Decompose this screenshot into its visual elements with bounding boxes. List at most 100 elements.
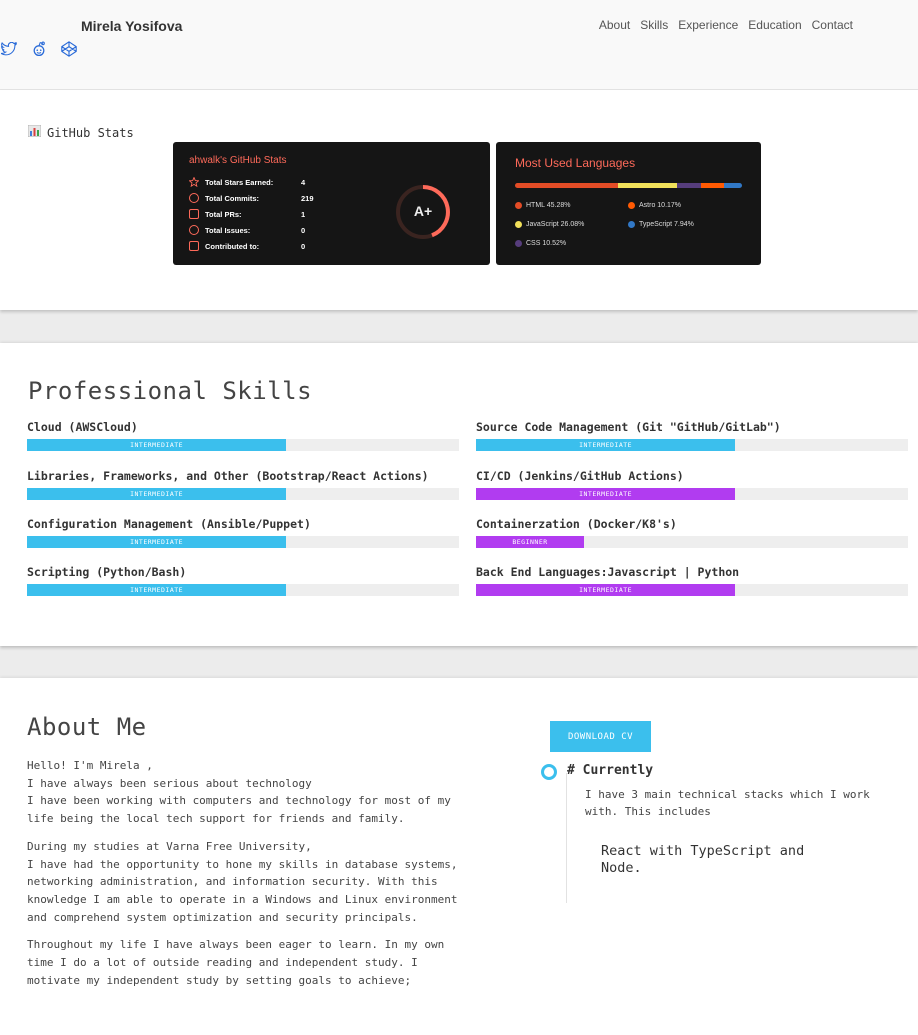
skill-bar-fill: BEGINNER bbox=[476, 536, 584, 548]
lang-item-typescript: TypeScript 7.94% bbox=[628, 221, 694, 228]
skill-bar-fill: INTERMEDIATE bbox=[476, 488, 736, 500]
timeline-line bbox=[566, 773, 567, 903]
skill-item: CI/CD (Jenkins/GitHub Actions) INTERMEDI… bbox=[476, 469, 908, 500]
skill-bar-track: INTERMEDIATE bbox=[27, 439, 459, 451]
stat-label: Contributed to: bbox=[205, 241, 260, 251]
lang-label: TypeScript 7.94% bbox=[639, 221, 694, 228]
currently-quote: React with TypeScript and Node. bbox=[601, 843, 805, 876]
stat-row-issues: Total Issues: 0 bbox=[189, 225, 305, 235]
clock-icon bbox=[189, 193, 199, 203]
timeline-dot bbox=[541, 764, 557, 780]
brand-name[interactable]: Mirela Yosifova bbox=[81, 18, 182, 34]
stats-card-title: ahwalk's GitHub Stats bbox=[189, 155, 287, 166]
stat-row-commits: Total Commits: 219 bbox=[189, 193, 314, 203]
languages-card: Most Used Languages HTML 45.28% Astro 10… bbox=[496, 142, 761, 265]
skill-bar-fill: INTERMEDIATE bbox=[27, 584, 287, 596]
skill-bar-track: INTERMEDIATE bbox=[27, 584, 459, 596]
skill-item: Libraries, Frameworks, and Other (Bootst… bbox=[27, 469, 459, 500]
skill-item: Containerzation (Docker/K8's) BEGINNER bbox=[476, 517, 908, 548]
languages-bar bbox=[515, 183, 742, 188]
lang-dot bbox=[515, 221, 522, 228]
skill-bar-fill: INTERMEDIATE bbox=[476, 439, 736, 451]
skill-bar-fill: INTERMEDIATE bbox=[27, 536, 287, 548]
star-icon bbox=[188, 176, 200, 188]
nav-skills[interactable]: Skills bbox=[640, 18, 668, 32]
about-paragraph: During my studies at Varna Free Universi… bbox=[27, 839, 458, 924]
stat-value: 4 bbox=[301, 177, 306, 187]
stat-row-prs: Total PRs: 1 bbox=[189, 209, 305, 219]
currently-text: I have 3 main technical stacks which I w… bbox=[585, 788, 870, 818]
github-stats-section: GitHub Stats ahwalk's GitHub Stats Total… bbox=[0, 90, 918, 310]
download-cv-button[interactable]: DOWNLOAD CV bbox=[550, 721, 651, 752]
lang-item-css: CSS 10.52% bbox=[515, 240, 566, 247]
stat-value: 0 bbox=[301, 241, 306, 251]
about-paragraph: Hello! I'm Mirela , I have always been s… bbox=[27, 759, 451, 826]
language-bar-segment bbox=[617, 183, 677, 188]
codepen-icon[interactable] bbox=[60, 40, 78, 58]
nav-contact[interactable]: Contact bbox=[812, 18, 853, 32]
site-header: Mirela Yosifova About Skills Experience … bbox=[0, 0, 918, 90]
skill-bar-track: INTERMEDIATE bbox=[27, 488, 459, 500]
nav-about[interactable]: About bbox=[599, 18, 630, 32]
skill-name: Libraries, Frameworks, and Other (Bootst… bbox=[27, 469, 429, 483]
skill-name: Containerzation (Docker/K8's) bbox=[476, 517, 677, 531]
grade-text: A+ bbox=[413, 203, 433, 219]
skill-item: Configuration Management (Ansible/Puppet… bbox=[27, 517, 459, 548]
skill-bar-track: INTERMEDIATE bbox=[476, 439, 908, 451]
skill-bar-fill: INTERMEDIATE bbox=[27, 488, 287, 500]
pull-request-icon bbox=[189, 209, 199, 219]
skill-item: Scripting (Python/Bash) INTERMEDIATE bbox=[27, 565, 459, 596]
lang-label: JavaScript 26.08% bbox=[526, 221, 585, 228]
twitter-icon[interactable] bbox=[0, 40, 18, 58]
stat-row-stars: Total Stars Earned: 4 bbox=[188, 176, 306, 188]
currently-heading: # Currently bbox=[567, 763, 654, 778]
skill-name: Source Code Management (Git "GitHub/GitL… bbox=[476, 420, 781, 434]
language-bar-segment bbox=[676, 183, 701, 188]
about-section: About Me Hello! I'm Mirela , I have alwa… bbox=[0, 678, 918, 1035]
stat-label: Total Stars Earned: bbox=[205, 177, 274, 187]
nav-education[interactable]: Education bbox=[748, 18, 801, 32]
lang-item-javascript: JavaScript 26.08% bbox=[515, 221, 584, 228]
stat-label: Total PRs: bbox=[205, 209, 242, 219]
skills-section: Professional Skills Cloud (AWSCloud) INT… bbox=[0, 343, 918, 646]
stat-label: Total Commits: bbox=[205, 193, 260, 203]
about-title: About Me bbox=[27, 713, 147, 741]
skill-bar-track: BEGINNER bbox=[476, 536, 908, 548]
skill-item: Back End Languages:Javascript | Python I… bbox=[476, 565, 908, 596]
lang-dot bbox=[515, 240, 522, 247]
github-stats-card: ahwalk's GitHub Stats Total Stars Earned… bbox=[173, 142, 490, 265]
reddit-icon[interactable] bbox=[30, 40, 48, 58]
language-bar-segment bbox=[723, 183, 742, 188]
language-bar-segment bbox=[700, 183, 724, 188]
skill-name: Configuration Management (Ansible/Puppet… bbox=[27, 517, 311, 531]
skill-item: Cloud (AWSCloud) INTERMEDIATE bbox=[27, 420, 459, 451]
skill-name: Scripting (Python/Bash) bbox=[27, 565, 187, 579]
stat-value: 0 bbox=[301, 225, 306, 235]
skill-bar-track: INTERMEDIATE bbox=[27, 536, 459, 548]
lang-label: HTML 45.28% bbox=[526, 202, 571, 209]
skill-name: Cloud (AWSCloud) bbox=[27, 420, 138, 434]
stat-label: Total Issues: bbox=[205, 225, 251, 235]
lang-label: Astro 10.17% bbox=[639, 202, 682, 209]
github-stats-label: GitHub Stats bbox=[47, 125, 134, 140]
language-bar-segment bbox=[515, 183, 618, 188]
repo-icon bbox=[189, 241, 199, 251]
stat-value: 1 bbox=[301, 209, 306, 219]
skill-bar-track: INTERMEDIATE bbox=[476, 488, 908, 500]
issue-icon bbox=[189, 225, 199, 235]
lang-item-html: HTML 45.28% bbox=[515, 202, 570, 209]
nav-experience[interactable]: Experience bbox=[678, 18, 738, 32]
about-paragraph: Throughout my life I have always been ea… bbox=[27, 938, 445, 987]
lang-dot bbox=[628, 221, 635, 228]
bar-chart-icon bbox=[27, 124, 42, 140]
skill-bar-track: INTERMEDIATE bbox=[476, 584, 908, 596]
stat-row-contributed: Contributed to: 0 bbox=[189, 241, 305, 251]
github-stats-heading: GitHub Stats bbox=[27, 124, 134, 140]
stat-value: 219 bbox=[301, 193, 314, 203]
skill-name: CI/CD (Jenkins/GitHub Actions) bbox=[476, 469, 684, 483]
about-text: Hello! I'm Mirela , I have always been s… bbox=[27, 757, 467, 999]
languages-card-title: Most Used Languages bbox=[515, 156, 636, 170]
skill-name: Back End Languages:Javascript | Python bbox=[476, 565, 740, 579]
social-links bbox=[0, 40, 78, 58]
lang-item-astro: Astro 10.17% bbox=[628, 202, 681, 209]
